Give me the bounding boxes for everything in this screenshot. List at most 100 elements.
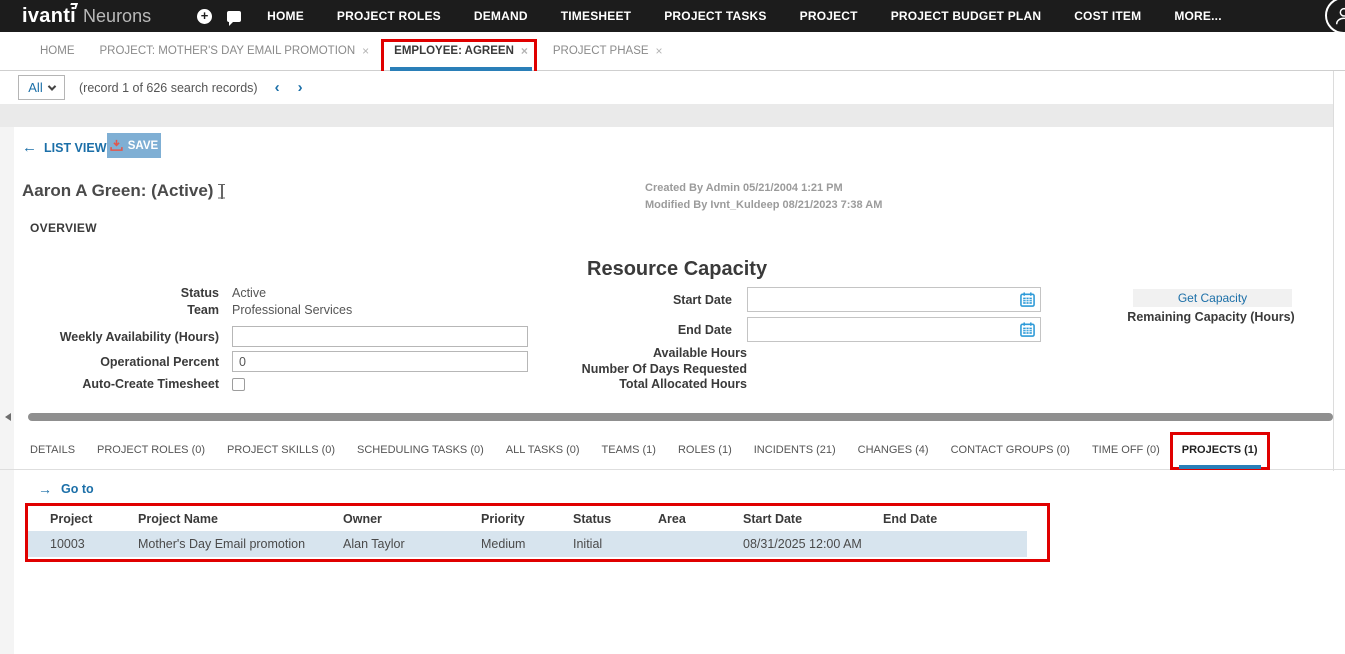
nav-item-cost-item[interactable]: COST ITEM [1074,9,1141,23]
record-meta: Created By Admin 05/21/2004 1:21 PM Modi… [645,180,882,214]
status-row: Status Active [30,286,266,300]
go-to-link[interactable]: → Go to [38,481,94,497]
days-requested-label: Number Of Days Requested [560,362,747,378]
tab-project-roles[interactable]: PROJECT ROLES (0) [97,437,205,469]
chat-icon[interactable] [227,11,241,22]
tab-employee-agreen[interactable]: EMPLOYEE: AGREEN × [394,32,528,70]
start-date-input[interactable] [747,287,1041,312]
detail-tab-strip: DETAILS PROJECT ROLES (0) PROJECT SKILLS… [0,437,1345,470]
record-filter-select[interactable]: All [18,75,65,100]
tab-contact-groups[interactable]: CONTACT GROUPS (0) [951,437,1070,469]
nav-item-home[interactable]: HOME [267,9,304,23]
separator-band [0,104,1333,127]
column-header-priority[interactable]: Priority [481,512,573,526]
scroll-left-icon[interactable] [5,413,11,421]
tab-project-mothers-day[interactable]: PROJECT: MOTHER'S DAY EMAIL PROMOTION × [100,32,370,70]
nav-icons: + [197,9,241,24]
tab-scheduling-tasks[interactable]: SCHEDULING TASKS (0) [357,437,484,469]
created-by-text: Created By Admin 05/21/2004 1:21 PM [645,180,882,197]
nav-item-project-tasks[interactable]: PROJECT TASKS [664,9,766,23]
overview-section-label: OVERVIEW [30,221,97,235]
operational-percent-label: Operational Percent [30,355,232,369]
cell-priority: Medium [481,537,573,551]
operational-percent-input[interactable] [232,351,528,372]
tab-project-phase[interactable]: PROJECT PHASE × [553,32,663,70]
goto-label: Go to [61,482,94,496]
end-date-label: End Date [560,323,747,337]
horizontal-scrollbar[interactable] [28,413,1333,421]
close-icon[interactable]: × [521,44,528,58]
auto-create-timesheet-label: Auto-Create Timesheet [30,377,232,391]
nav-item-project[interactable]: PROJECT [800,9,858,23]
nav-item-project-budget-plan[interactable]: PROJECT BUDGET PLAN [891,9,1041,23]
get-capacity-button[interactable]: Get Capacity [1133,289,1292,307]
column-header-end-date[interactable]: End Date [883,512,1047,526]
nav-item-project-roles[interactable]: PROJECT ROLES [337,9,441,23]
column-header-project[interactable]: Project [50,512,138,526]
calendar-icon[interactable] [1020,322,1035,342]
close-icon[interactable]: × [656,44,663,58]
calendar-icon[interactable] [1020,292,1035,312]
save-label: SAVE [128,140,158,152]
cell-status: Initial [573,537,658,551]
nav-item-demand[interactable]: DEMAND [474,9,528,23]
column-header-area[interactable]: Area [658,512,743,526]
prev-record-button[interactable]: ‹ [266,79,289,96]
column-header-owner[interactable]: Owner [343,512,481,526]
tab-changes[interactable]: CHANGES (4) [858,437,929,469]
team-label: Team [30,303,232,317]
next-record-button[interactable]: › [289,79,312,96]
filter-value: All [28,80,42,95]
list-view-label: LIST VIEW [44,141,107,155]
weekly-availability-input[interactable] [232,326,528,347]
user-avatar-icon[interactable] [1325,0,1345,34]
tab-projects[interactable]: PROJECTS (1) [1182,437,1258,469]
column-header-status[interactable]: Status [573,512,658,526]
nav-item-more[interactable]: MORE... [1174,9,1221,23]
close-icon[interactable]: × [362,44,369,58]
cell-owner: Alan Taylor [343,537,481,551]
end-date-field [747,317,1041,342]
tab-all-tasks[interactable]: ALL TASKS (0) [506,437,580,469]
tab-label: PROJECT: MOTHER'S DAY EMAIL PROMOTION [100,45,356,57]
ivanti-logo: ivanti [22,5,76,28]
weekly-availability-row: Weekly Availability (Hours) [30,326,528,347]
table-row[interactable]: 10003 Mother's Day Email promotion Alan … [28,531,1027,557]
start-date-row: Start Date [560,287,1041,312]
brand-logo: ivanti Neurons [22,5,151,28]
capacity-output-labels: Available Hours Number Of Days Requested… [560,346,747,393]
status-value: Active [232,286,266,300]
tab-details[interactable]: DETAILS [30,437,75,469]
operational-percent-row: Operational Percent [30,351,528,372]
start-date-field [747,287,1041,312]
text-cursor-icon [217,184,226,199]
tab-project-skills[interactable]: PROJECT SKILLS (0) [227,437,335,469]
tab-teams[interactable]: TEAMS (1) [602,437,656,469]
tab-time-off[interactable]: TIME OFF (0) [1092,437,1160,469]
auto-create-timesheet-checkbox[interactable] [232,378,245,391]
save-button[interactable]: SAVE [107,133,161,158]
add-icon[interactable]: + [197,9,212,24]
end-date-input[interactable] [747,317,1041,342]
top-nav: ivanti Neurons + HOME PROJECT ROLES DEMA… [0,0,1345,32]
nav-item-timesheet[interactable]: TIMESHEET [561,9,631,23]
tab-label: HOME [40,45,75,57]
remaining-capacity-label: Remaining Capacity (Hours) [1108,310,1314,324]
tab-home[interactable]: HOME [40,32,75,70]
column-header-project-name[interactable]: Project Name [138,512,343,526]
goto-arrow-icon: → [38,481,52,497]
chevron-down-icon [47,82,55,90]
list-view-button[interactable]: ← LIST VIEW [22,139,107,156]
workspace-tab-bar: HOME PROJECT: MOTHER'S DAY EMAIL PROMOTI… [0,32,1345,71]
record-count-text: (record 1 of 626 search records) [79,81,258,95]
tab-label: PROJECTS (1) [1182,444,1258,456]
cell-start-date: 08/31/2025 12:00 AM [743,537,883,551]
tab-incidents[interactable]: INCIDENTS (21) [754,437,836,469]
neurons-logo-text: Neurons [83,6,151,27]
column-header-start-date[interactable]: Start Date [743,512,883,526]
tab-roles[interactable]: ROLES (1) [678,437,732,469]
save-icon [110,139,123,152]
right-edge-strip [1333,71,1345,471]
end-date-row: End Date [560,317,1041,342]
team-row: Team Professional Services [30,303,352,317]
